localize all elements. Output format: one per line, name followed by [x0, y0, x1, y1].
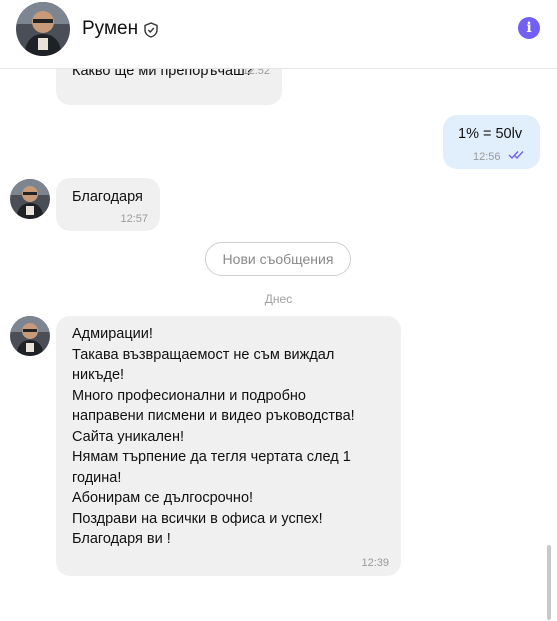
message-line: Абонирам се дългосрочно!	[72, 490, 254, 506]
message-line: Много професионални и подробно	[72, 387, 306, 404]
shield-check-icon	[144, 22, 158, 38]
chat-header: Румен i	[0, 0, 557, 69]
message-bubble-incoming[interactable]: Адмирации! Такава възвращаемост не съм в…	[56, 316, 401, 576]
contact-avatar[interactable]	[10, 316, 50, 356]
double-check-icon	[508, 151, 524, 160]
contact-avatar[interactable]	[10, 179, 50, 219]
message-text: Благодаря	[72, 189, 143, 205]
message-time: 12:39	[361, 557, 389, 569]
message-time: 12:52	[242, 69, 270, 77]
contact-name[interactable]: Румен	[82, 18, 138, 40]
message-line: никъде!	[72, 367, 125, 383]
message-line: Благодаря ви !	[72, 531, 171, 547]
message-time: 12:57	[120, 213, 148, 225]
message-line: Нямам търпение да тегля чертата след 1	[72, 449, 351, 465]
message-text: 1% = 50lv	[458, 126, 523, 142]
date-separator: Днес	[264, 292, 293, 306]
message-bubble-outgoing[interactable]: 1% = 50lv 12:56	[443, 115, 540, 169]
message-text: Какво ще ми препоръчаш?	[72, 69, 253, 79]
message-bubble-incoming[interactable]: Какво ще ми препоръчаш? 12:52	[56, 69, 282, 105]
message-line: Сайта уникален!	[72, 428, 185, 445]
message-line: Такава възвращаемост не съм виждал	[72, 346, 335, 363]
message-line: Поздрави на всички в офиса и успех!	[72, 510, 323, 527]
scrollbar-thumb[interactable]	[547, 545, 551, 620]
contact-avatar[interactable]	[16, 2, 70, 56]
message-line: Адмирации!	[72, 326, 153, 342]
message-text: Адмирации! Такава възвращаемост не съм в…	[72, 324, 392, 550]
message-list: Какво ще ми препоръчаш? 12:52 1% = 50lv …	[0, 69, 557, 621]
message-bubble-incoming[interactable]: Благодаря 12:57	[56, 178, 160, 231]
new-messages-divider[interactable]: Нови съобщения	[205, 242, 351, 276]
message-time: 12:56	[473, 151, 501, 163]
info-icon[interactable]: i	[518, 17, 540, 39]
message-line: направени писмени и видео ръководства!	[72, 408, 355, 424]
message-line: година!	[72, 469, 122, 486]
